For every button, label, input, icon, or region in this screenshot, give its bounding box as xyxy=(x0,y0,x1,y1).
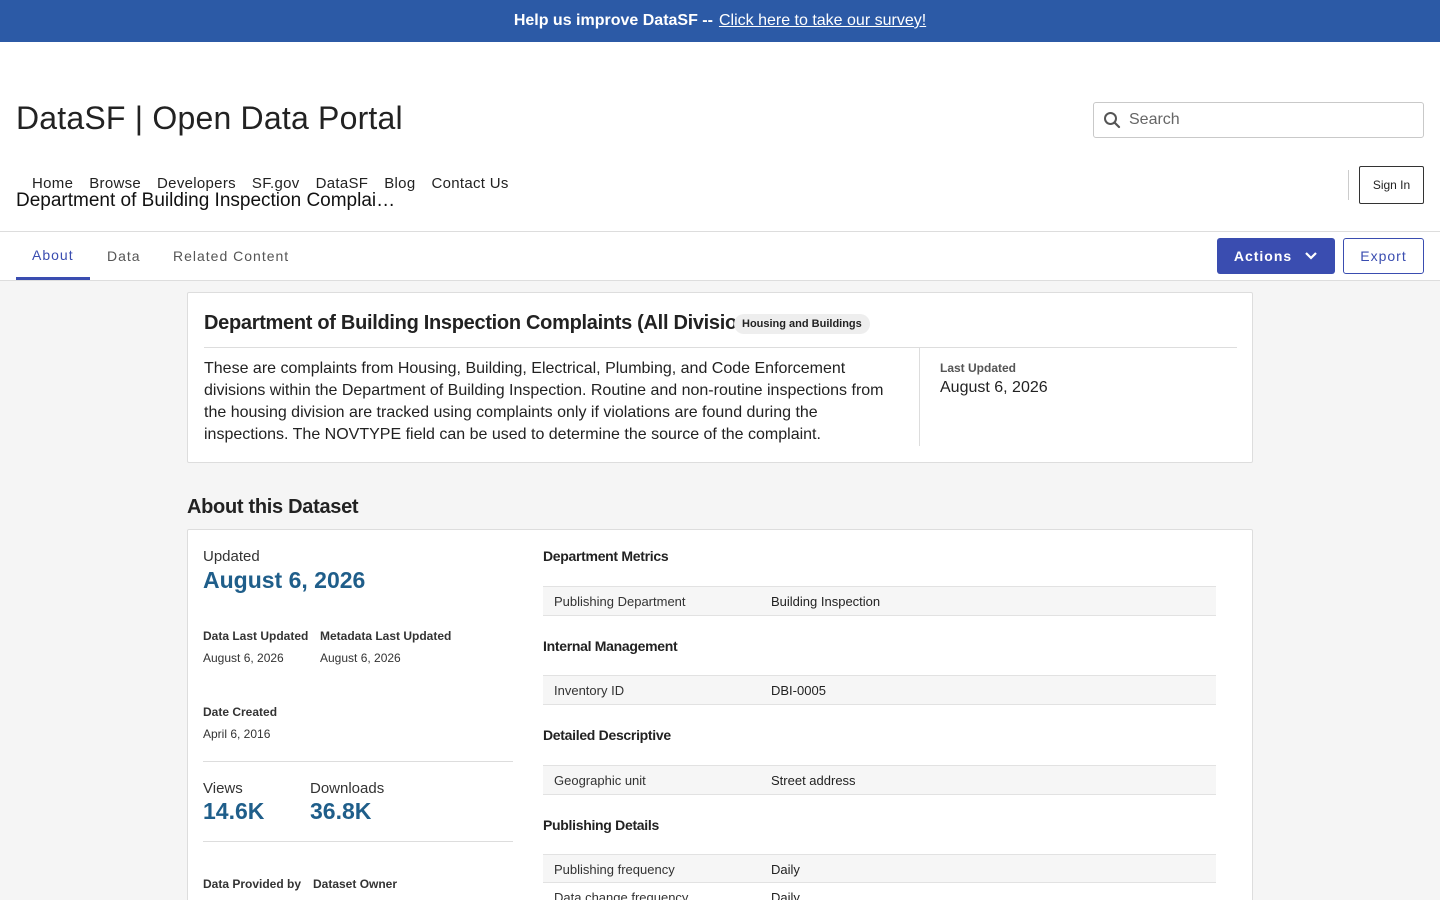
survey-link[interactable]: Click here to take our survey! xyxy=(719,12,926,30)
divider xyxy=(204,347,1237,348)
table-row: Geographic unit Street address xyxy=(543,765,1216,795)
actions-button[interactable]: Actions xyxy=(1217,238,1335,274)
last-updated-label: Last Updated xyxy=(940,361,1017,375)
row-key: Inventory ID xyxy=(554,682,625,698)
actions-label: Actions xyxy=(1233,248,1293,264)
detailed-descriptive-title: Detailed Descriptive xyxy=(543,727,671,743)
export-button[interactable]: Export xyxy=(1343,238,1424,274)
site-title[interactable]: DataSF | Open Data Portal xyxy=(16,100,403,137)
row-value: DBI-0005 xyxy=(771,682,826,698)
data-last-updated-value: August 6, 2026 xyxy=(203,651,284,665)
data-last-updated-label: Data Last Updated xyxy=(203,629,309,643)
about-dataset-card: Updated August 6, 2026 Data Last Updated… xyxy=(187,529,1253,900)
search-input[interactable] xyxy=(1129,111,1409,129)
downloads-label: Downloads xyxy=(310,780,385,797)
dataset-description: These are complaints from Housing, Build… xyxy=(204,360,884,443)
divider xyxy=(203,841,513,842)
row-key: Geographic unit xyxy=(554,772,646,788)
table-row: Publishing frequency Daily xyxy=(543,854,1216,884)
table-row: Publishing Department Building Inspectio… xyxy=(543,586,1216,616)
search-box[interactable] xyxy=(1093,102,1424,138)
publishing-details-title: Publishing Details xyxy=(543,817,659,833)
dataset-summary-card: Department of Building Inspection Compla… xyxy=(187,292,1253,463)
tab-data[interactable]: Data xyxy=(107,232,141,280)
tab-bar: About Data Related Content Actions Expor… xyxy=(0,231,1440,281)
dataset-title: Department of Building Inspection Compla… xyxy=(204,312,767,334)
divider xyxy=(919,348,920,446)
table-row: Data change frequency Daily xyxy=(543,882,1216,900)
internal-management-title: Internal Management xyxy=(543,638,678,654)
date-created-value: April 6, 2016 xyxy=(203,727,271,741)
tab-related-content[interactable]: Related Content xyxy=(173,232,289,280)
row-value: Daily xyxy=(771,889,800,900)
nav-divider xyxy=(1348,170,1349,200)
updated-value: August 6, 2026 xyxy=(203,567,366,593)
nav-contact-us[interactable]: Contact Us xyxy=(431,175,508,192)
views-label: Views xyxy=(203,780,243,797)
banner-text: Help us improve DataSF -- xyxy=(513,12,713,29)
table-row: Inventory ID DBI-0005 xyxy=(543,675,1216,705)
tab-about[interactable]: About xyxy=(16,232,90,280)
sign-in-button[interactable]: Sign In xyxy=(1359,166,1424,204)
downloads-value: 36.8K xyxy=(310,798,372,824)
page-title: Department of Building Inspection Compla… xyxy=(16,190,396,211)
metadata-last-updated-label: Metadata Last Updated xyxy=(320,629,452,643)
chevron-down-icon xyxy=(1305,252,1317,260)
divider xyxy=(203,761,513,762)
row-key: Publishing Department xyxy=(554,593,686,609)
data-provided-by-label: Data Provided by xyxy=(203,877,302,891)
date-created-label: Date Created xyxy=(203,705,278,719)
department-metrics-title: Department Metrics xyxy=(543,548,669,564)
last-updated-value: August 6, 2026 xyxy=(940,379,1048,396)
views-value: 14.6K xyxy=(203,798,265,824)
category-tag[interactable]: Housing and Buildings xyxy=(734,314,870,334)
survey-banner: Help us improve DataSF -- Click here to … xyxy=(0,0,1440,42)
dataset-owner-label: Dataset Owner xyxy=(313,877,398,891)
updated-label: Updated xyxy=(203,548,260,565)
row-key: Publishing frequency xyxy=(554,861,675,877)
row-value: Building Inspection xyxy=(771,593,881,609)
metadata-last-updated-value: August 6, 2026 xyxy=(320,651,401,665)
row-value: Daily xyxy=(771,861,800,877)
search-icon xyxy=(1104,112,1121,129)
about-dataset-heading: About this Dataset xyxy=(187,496,359,518)
row-key: Data change frequency xyxy=(554,889,689,900)
row-value: Street address xyxy=(771,772,856,788)
